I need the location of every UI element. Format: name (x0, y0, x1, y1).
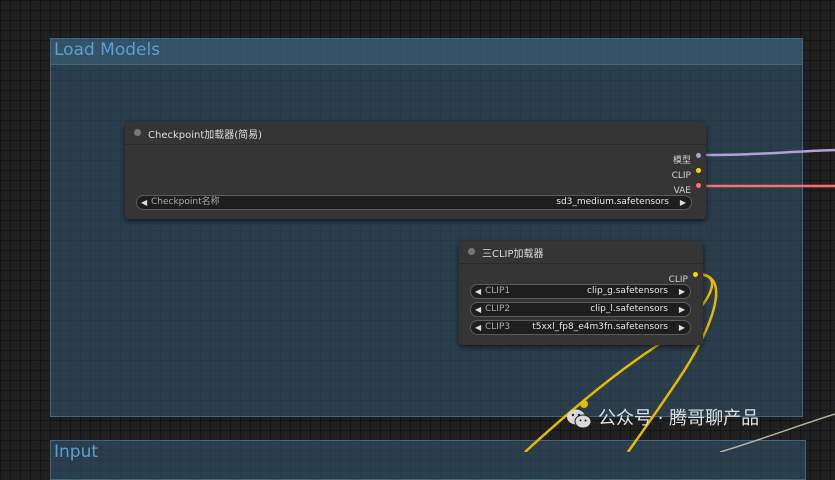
watermark: 公众号 · 腾哥聊产品 (566, 405, 759, 433)
wire-model (696, 148, 835, 157)
collapse-dot-icon[interactable] (468, 248, 475, 255)
output-slot-icon[interactable] (696, 153, 701, 158)
arrow-right-icon[interactable]: ▶ (680, 197, 686, 208)
clip2-combo[interactable]: ◀ CLIP2 clip_l.safetensors ▶ (470, 302, 691, 317)
output-slot-icon[interactable] (693, 272, 698, 277)
combo-value: sd3_medium.safetensors (556, 197, 669, 207)
output-model[interactable]: 模型 (672, 148, 702, 166)
wires-layer (524, 148, 835, 452)
node-header[interactable]: 三CLIP加载器 (459, 241, 703, 264)
node-outputs: 模型 CLIP VAE (672, 148, 702, 196)
wechat-icon (567, 409, 592, 429)
node-header[interactable]: Checkpoint加载器(简易) (125, 122, 706, 145)
arrow-right-icon[interactable]: ▶ (679, 286, 685, 297)
watermark-text: 公众号 · 腾哥聊产品 (598, 408, 760, 429)
arrow-left-icon[interactable]: ◀ (475, 322, 481, 333)
combo-value: clip_g.safetensors (587, 286, 668, 296)
output-clip[interactable]: CLIP (672, 163, 702, 181)
output-vae[interactable]: VAE (672, 178, 702, 196)
clip3-combo[interactable]: ◀ CLIP3 t5xxl_fp8_e4m3fn.safetensors ▶ (470, 320, 691, 335)
checkpoint-loader-node[interactable]: Checkpoint加载器(简易) 模型 CLIP VAE ◀ Checkpoi… (125, 122, 706, 219)
combo-label: Checkpoint名称 (151, 197, 220, 207)
checkpoint-name-combo[interactable]: ◀ Checkpoint名称 sd3_medium.safetensors ▶ (136, 195, 692, 210)
arrow-left-icon[interactable]: ◀ (475, 304, 481, 315)
node-title: 三CLIP加载器 (482, 249, 544, 260)
output-clip[interactable]: CLIP (669, 267, 699, 285)
triple-clip-loader-node[interactable]: 三CLIP加载器 CLIP ◀ CLIP1 clip_g.safetensors… (459, 241, 703, 345)
clip1-combo[interactable]: ◀ CLIP1 clip_g.safetensors ▶ (470, 284, 691, 299)
combo-label: CLIP3 (485, 322, 511, 332)
combo-value: clip_l.safetensors (590, 304, 668, 314)
arrow-left-icon[interactable]: ◀ (141, 197, 147, 208)
node-outputs: CLIP (669, 267, 699, 285)
node-title: Checkpoint加载器(简易) (148, 130, 263, 141)
combo-label: CLIP1 (485, 286, 511, 296)
combo-value: t5xxl_fp8_e4m3fn.safetensors (532, 322, 668, 332)
combo-label: CLIP2 (485, 304, 511, 314)
output-slot-icon[interactable] (696, 168, 701, 173)
arrow-right-icon[interactable]: ▶ (679, 322, 685, 333)
output-slot-icon[interactable] (696, 183, 701, 188)
arrow-right-icon[interactable]: ▶ (679, 304, 685, 315)
collapse-dot-icon[interactable] (134, 129, 141, 136)
arrow-left-icon[interactable]: ◀ (475, 286, 481, 297)
